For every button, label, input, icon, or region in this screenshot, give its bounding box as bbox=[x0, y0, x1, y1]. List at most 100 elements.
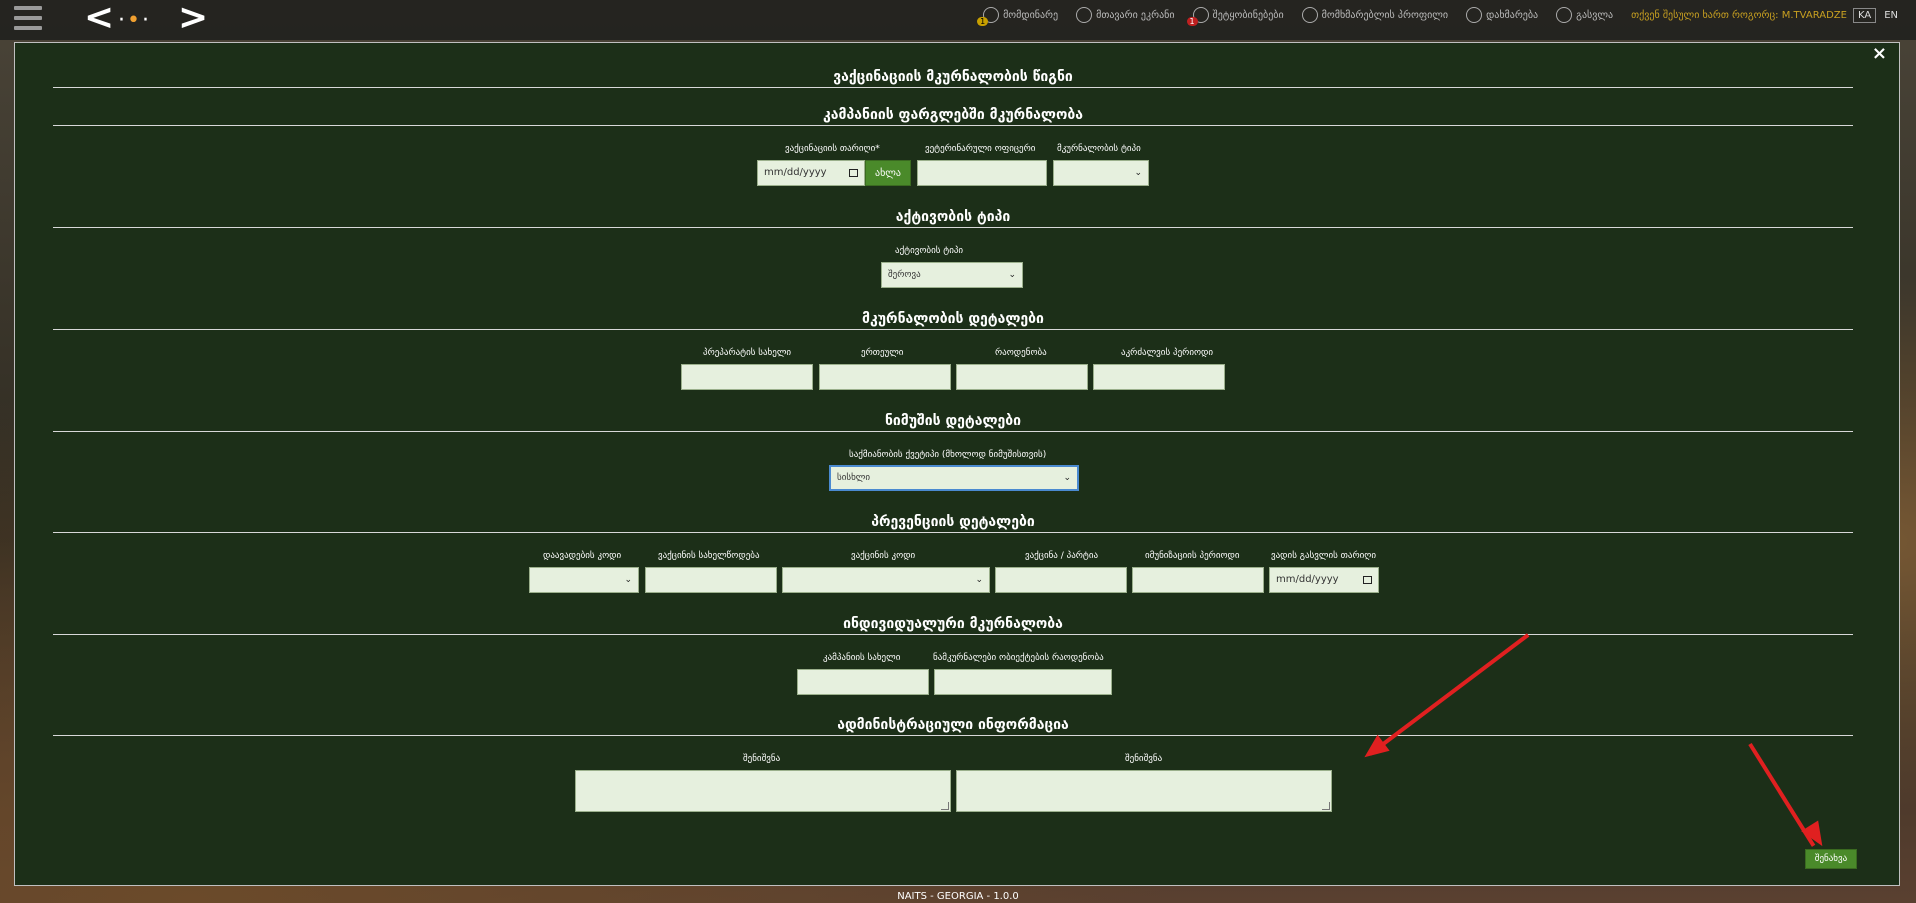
nav-item-current[interactable]: 1 მომდინარე bbox=[977, 7, 1059, 26]
nav-item-label: მომხმარებლის პროფილი bbox=[1321, 9, 1449, 21]
withdrawal-period-label: აკრძალვის პერიოდი bbox=[1121, 348, 1214, 358]
admin-section-title: ადმინისტრაციული ინფორმაცია bbox=[837, 717, 1069, 733]
nav-item-profile[interactable]: მომხმარებლის პროფილი bbox=[1301, 7, 1449, 23]
vaccination-date-input[interactable]: mm/dd/yyyy bbox=[757, 160, 865, 186]
user-name: M.TVARADZE bbox=[1781, 9, 1847, 21]
quantity-label: რაოდენობა bbox=[995, 348, 1047, 358]
divider bbox=[53, 125, 1853, 126]
divider bbox=[53, 532, 1853, 533]
sample-subtype-select[interactable]: სისხლი ⌄ bbox=[829, 465, 1079, 491]
treatment-section-title: მკურნალობის დეტალები bbox=[862, 311, 1044, 327]
disease-code-label: დაავადების კოდი bbox=[543, 551, 622, 561]
vaccination-book-modal: × ვაქცინაციის მკურნალობის წიგნი კამპანიი… bbox=[14, 42, 1900, 886]
vaccine-code-select[interactable]: ⌄ bbox=[782, 567, 990, 593]
now-button[interactable]: ახლა bbox=[865, 160, 911, 186]
nav-item-label: მთავარი ეკრანი bbox=[1096, 9, 1175, 21]
top-bar: < ·•· > 1 მომდინარე მთავარი ეკრანი 1 შეტ… bbox=[0, 0, 1916, 40]
disease-code-select[interactable]: ⌄ bbox=[529, 567, 639, 593]
save-button[interactable]: შენახვა bbox=[1805, 849, 1857, 869]
home-icon bbox=[1076, 7, 1093, 23]
resize-grip-icon[interactable] bbox=[941, 802, 949, 810]
back-arrow-icon[interactable]: < bbox=[84, 0, 114, 36]
vaccine-code-label: ვაქცინის კოდი bbox=[851, 551, 916, 561]
calendar-icon[interactable] bbox=[1363, 576, 1372, 584]
nav-item-label: გასვლა bbox=[1576, 9, 1614, 21]
divider bbox=[53, 329, 1853, 330]
vaccine-name-input[interactable] bbox=[645, 567, 777, 593]
treatment-type-select[interactable]: ⌄ bbox=[1053, 160, 1149, 186]
activity-type-value: შეროვა bbox=[888, 270, 921, 280]
divider bbox=[53, 431, 1853, 432]
treated-objects-count-input[interactable] bbox=[934, 669, 1112, 695]
chevron-down-icon: ⌄ bbox=[975, 575, 983, 585]
nav-item-help[interactable]: დახმარება bbox=[1466, 7, 1538, 23]
immunization-period-input[interactable] bbox=[1132, 567, 1264, 593]
chevron-down-icon: ⌄ bbox=[1134, 168, 1142, 178]
vaccine-batch-label: ვაქცინა / პარტია bbox=[1025, 551, 1099, 561]
vaccine-name-label: ვაქცინის სახელწოდება bbox=[658, 551, 760, 561]
power-icon bbox=[1556, 7, 1573, 23]
note-textarea-1[interactable] bbox=[575, 770, 951, 812]
campaign-name-input[interactable] bbox=[797, 669, 929, 695]
chevron-down-icon: ⌄ bbox=[1008, 270, 1016, 280]
activity-type-select[interactable]: შეროვა ⌄ bbox=[881, 262, 1023, 288]
nav-item-label: შეტყობინებები bbox=[1212, 9, 1284, 21]
date-placeholder: mm/dd/yyyy bbox=[764, 167, 827, 178]
drug-name-label: პრეპარატის სახელი bbox=[703, 348, 792, 358]
footer-version: NAITS - GEORGIA - 1.0.0 bbox=[897, 891, 1019, 902]
date-placeholder: mm/dd/yyyy bbox=[1276, 574, 1339, 585]
help-icon bbox=[1466, 7, 1483, 23]
immunization-period-label: იმუნიზაციის პერიოდი bbox=[1145, 551, 1240, 561]
activity-type-label: აქტივობის ტიპი bbox=[895, 246, 964, 256]
user-prefix: თქვენ შესული ხართ როგორც: bbox=[1631, 9, 1779, 21]
drug-name-input[interactable] bbox=[681, 364, 813, 390]
forward-arrow-icon[interactable]: > bbox=[178, 0, 208, 36]
lang-ka-button[interactable]: KA bbox=[1852, 7, 1877, 23]
note-label-1: შენიშვნა bbox=[743, 754, 781, 764]
notification-badge: 1 bbox=[1186, 17, 1198, 26]
individual-section-title: ინდივიდუალური მკურნალობა bbox=[843, 616, 1063, 632]
expiry-date-input[interactable]: mm/dd/yyyy bbox=[1269, 567, 1379, 593]
nav-item-home[interactable]: მთავარი ეკრანი bbox=[1076, 7, 1175, 23]
nav-item-label: დახმარება bbox=[1486, 9, 1539, 21]
note-textarea-2[interactable] bbox=[956, 770, 1332, 812]
hamburger-menu-icon[interactable] bbox=[14, 6, 42, 32]
expiry-date-label: ვადის გასვლის თარიღი bbox=[1271, 551, 1377, 561]
vaccination-date-label: ვაქცინაციის თარიღი* bbox=[785, 144, 880, 154]
campaign-section-title: კამპანიის ფარგლებში მკურნალობა bbox=[823, 107, 1083, 123]
quantity-input[interactable] bbox=[956, 364, 1088, 390]
campaign-name-label: კამპანიის სახელი bbox=[823, 653, 901, 663]
nav-dots-icon: ·•· bbox=[118, 8, 151, 33]
divider bbox=[53, 227, 1853, 228]
top-navigation: 1 მომდინარე მთავარი ეკრანი 1 შეტყობინებე… bbox=[977, 0, 1906, 30]
close-icon[interactable]: × bbox=[1872, 43, 1887, 64]
withdrawal-period-input[interactable] bbox=[1093, 364, 1225, 390]
activity-section-title: აქტივობის ტიპი bbox=[895, 209, 1011, 225]
current-badge: 1 bbox=[977, 17, 989, 26]
logged-in-user: თქვენ შესული ხართ როგორც: M.TVARADZE bbox=[1631, 10, 1847, 21]
unit-label: ერთეული bbox=[861, 348, 904, 358]
divider bbox=[53, 87, 1853, 88]
chevron-down-icon: ⌄ bbox=[1063, 473, 1071, 483]
treated-objects-count-label: ნამკურნალები ობიექტების რაოდენობა bbox=[933, 653, 1104, 663]
divider bbox=[53, 735, 1853, 736]
prevention-section-title: პრევენციის დეტალები bbox=[871, 514, 1035, 530]
vaccine-batch-input[interactable] bbox=[995, 567, 1127, 593]
unit-input[interactable] bbox=[819, 364, 951, 390]
divider bbox=[53, 634, 1853, 635]
nav-item-notifications[interactable]: 1 შეტყობინებები bbox=[1186, 7, 1284, 26]
note-label-2: შენიშვნა bbox=[1125, 754, 1163, 764]
modal-title: ვაქცინაციის მკურნალობის წიგნი bbox=[833, 69, 1073, 85]
nav-item-logout[interactable]: გასვლა bbox=[1556, 7, 1613, 23]
chevron-down-icon: ⌄ bbox=[624, 575, 632, 585]
user-icon bbox=[1301, 7, 1318, 23]
lang-en-button[interactable]: EN bbox=[1880, 9, 1902, 22]
sample-subtype-label: საქმიანობის ქვეტიპი (მხოლოდ ნიმუშისთვის) bbox=[849, 450, 1047, 460]
sample-section-title: ნიმუშის დეტალები bbox=[884, 413, 1022, 429]
calendar-icon[interactable] bbox=[849, 169, 858, 177]
vet-officer-input[interactable] bbox=[917, 160, 1047, 186]
resize-grip-icon[interactable] bbox=[1322, 802, 1330, 810]
sample-subtype-value: სისხლი bbox=[837, 473, 871, 483]
nav-item-label: მომდინარე bbox=[1003, 9, 1059, 21]
vet-officer-label: ვეტერინარული ოფიცერი bbox=[925, 144, 1036, 154]
